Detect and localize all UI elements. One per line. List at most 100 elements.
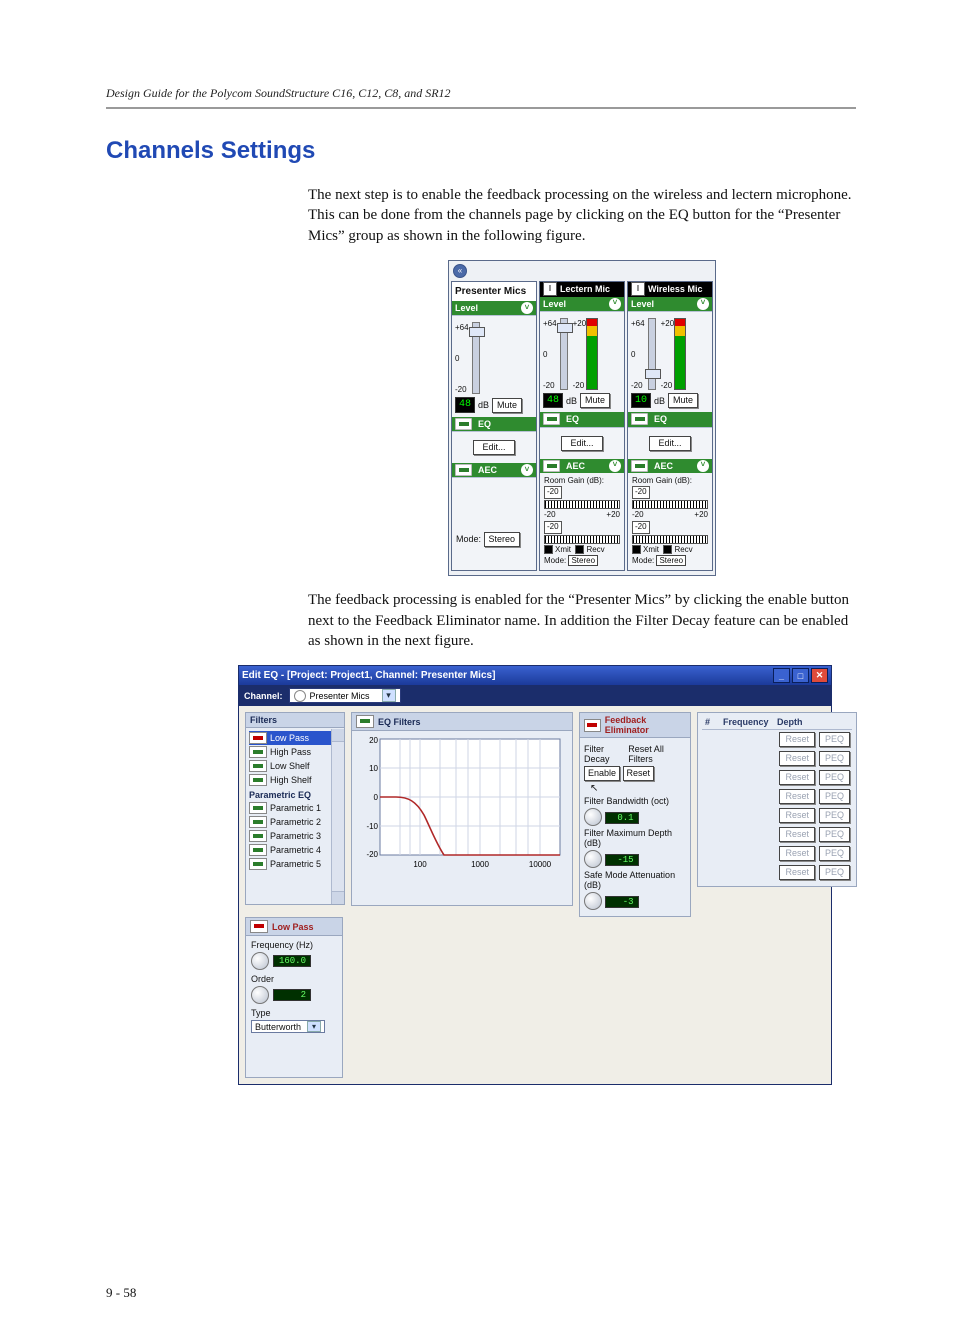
maxdepth-knob[interactable]	[584, 850, 602, 868]
chevron-icon[interactable]: ˅	[609, 298, 621, 310]
feedback-header[interactable]: Feedback Eliminator	[580, 713, 690, 738]
chevron-icon[interactable]: ˅	[521, 302, 533, 314]
dialog-titlebar[interactable]: Edit EQ - [Project: Project1, Channel: P…	[239, 666, 831, 685]
aec-toggle-icon[interactable]	[455, 464, 472, 476]
filter-item[interactable]: Parametric 4	[249, 843, 335, 857]
peq-button[interactable]: PEQ	[819, 865, 850, 880]
tick: -20	[544, 510, 556, 521]
reset-button[interactable]: Reset	[623, 766, 655, 781]
reset-button[interactable]: Reset	[779, 789, 815, 804]
eq-toggle-icon[interactable]	[543, 413, 560, 425]
chevron-down-icon[interactable]: ▾	[382, 689, 396, 702]
toggle-icon[interactable]	[249, 746, 267, 758]
aec-toggle-icon[interactable]	[543, 460, 560, 472]
eq-toggle-icon[interactable]	[631, 413, 648, 425]
level-db-value[interactable]: 48	[543, 393, 563, 409]
mute-button[interactable]: Mute	[668, 393, 698, 408]
freq-knob[interactable]	[251, 952, 269, 970]
mute-button[interactable]: Mute	[492, 398, 522, 413]
mode-value[interactable]: Stereo	[484, 532, 521, 547]
filter-item[interactable]: Parametric 5	[249, 857, 335, 871]
freq-value[interactable]: 160.0	[273, 955, 311, 967]
toggle-icon[interactable]	[249, 760, 267, 772]
order-knob[interactable]	[251, 986, 269, 1004]
toggle-icon[interactable]	[249, 732, 267, 744]
low-pass-header[interactable]: Low Pass	[246, 918, 342, 936]
peq-button[interactable]: PEQ	[819, 789, 850, 804]
reset-button[interactable]: Reset	[779, 865, 815, 880]
chevron-icon[interactable]: ˅	[521, 464, 533, 476]
reset-button[interactable]: Reset	[779, 751, 815, 766]
aec-header[interactable]: AEC ˅	[540, 459, 624, 473]
level-db-value[interactable]: 48	[455, 397, 475, 413]
mode-label: Mode:	[456, 534, 481, 544]
toggle-icon[interactable]	[250, 920, 268, 933]
level-header[interactable]: Level ˅	[452, 301, 536, 315]
toggle-icon[interactable]	[249, 802, 267, 814]
peq-button[interactable]: PEQ	[819, 732, 850, 747]
type-select[interactable]: Butterworth ▾	[251, 1020, 325, 1033]
mode-value[interactable]: Stereo	[656, 555, 686, 566]
level-header[interactable]: Level ˅	[540, 297, 624, 311]
order-value[interactable]: 2	[273, 989, 311, 1001]
eq-header[interactable]: EQ	[452, 417, 536, 431]
chevron-icon[interactable]: ˅	[697, 460, 709, 472]
maximize-button[interactable]: □	[792, 668, 809, 683]
scrollbar[interactable]	[331, 729, 344, 904]
toggle-icon[interactable]	[249, 858, 267, 870]
toggle-icon[interactable]	[249, 830, 267, 842]
fader[interactable]	[560, 318, 568, 390]
aec-header[interactable]: AEC ˅	[452, 463, 536, 477]
toggle-icon[interactable]	[584, 719, 601, 732]
mute-button[interactable]: Mute	[580, 393, 610, 408]
reset-button[interactable]: Reset	[779, 827, 815, 842]
safemode-value[interactable]: -3	[605, 896, 639, 908]
filter-item[interactable]: High Shelf	[249, 773, 335, 787]
eq-header[interactable]: EQ	[540, 412, 624, 426]
toggle-icon[interactable]	[249, 774, 267, 786]
collapse-button[interactable]: «	[453, 264, 467, 278]
aec-toggle-icon[interactable]	[631, 460, 648, 472]
maxdepth-value[interactable]: -15	[605, 854, 639, 866]
peq-button[interactable]: PEQ	[819, 808, 850, 823]
filter-item[interactable]: Low Pass	[249, 731, 335, 745]
close-button[interactable]: ✕	[811, 668, 828, 683]
fader[interactable]	[472, 322, 480, 394]
aec-header[interactable]: AEC ˅	[628, 459, 712, 473]
bandwidth-knob[interactable]	[584, 808, 602, 826]
peq-button[interactable]: PEQ	[819, 827, 850, 842]
toggle-icon[interactable]	[249, 816, 267, 828]
filter-item[interactable]: Parametric 2	[249, 815, 335, 829]
peq-button[interactable]: PEQ	[819, 846, 850, 861]
channel-select[interactable]: Presenter Mics ▾	[289, 688, 401, 703]
toggle-icon[interactable]	[249, 844, 267, 856]
enable-button[interactable]: Enable	[584, 766, 620, 781]
eq-edit-button[interactable]: Edit...	[649, 436, 690, 451]
eq-toggle-icon[interactable]	[455, 418, 472, 430]
mode-value[interactable]: Stereo	[568, 555, 598, 566]
filter-item[interactable]: Low Shelf	[249, 759, 335, 773]
eq-header[interactable]: EQ	[628, 412, 712, 426]
eq-filters-header[interactable]: EQ Filters	[352, 713, 572, 731]
eq-edit-button[interactable]: Edit...	[473, 440, 514, 455]
chevron-icon[interactable]: ˅	[697, 298, 709, 310]
bandwidth-value[interactable]: 0.1	[605, 812, 639, 824]
safemode-knob[interactable]	[584, 892, 602, 910]
peq-button[interactable]: PEQ	[819, 751, 850, 766]
filter-item[interactable]: Parametric 3	[249, 829, 335, 843]
reset-button[interactable]: Reset	[779, 770, 815, 785]
filter-item[interactable]: High Pass	[249, 745, 335, 759]
chevron-down-icon[interactable]: ▾	[307, 1021, 321, 1032]
level-header[interactable]: Level ˅	[628, 297, 712, 311]
chevron-icon[interactable]: ˅	[609, 460, 621, 472]
filter-item[interactable]: Parametric 1	[249, 801, 335, 815]
peq-button[interactable]: PEQ	[819, 770, 850, 785]
minimize-button[interactable]: _	[773, 668, 790, 683]
toggle-icon[interactable]	[356, 715, 374, 728]
eq-edit-button[interactable]: Edit...	[561, 436, 602, 451]
level-db-value[interactable]: 10	[631, 393, 651, 409]
fader[interactable]	[648, 318, 656, 390]
reset-button[interactable]: Reset	[779, 732, 815, 747]
reset-button[interactable]: Reset	[779, 846, 815, 861]
reset-button[interactable]: Reset	[779, 808, 815, 823]
